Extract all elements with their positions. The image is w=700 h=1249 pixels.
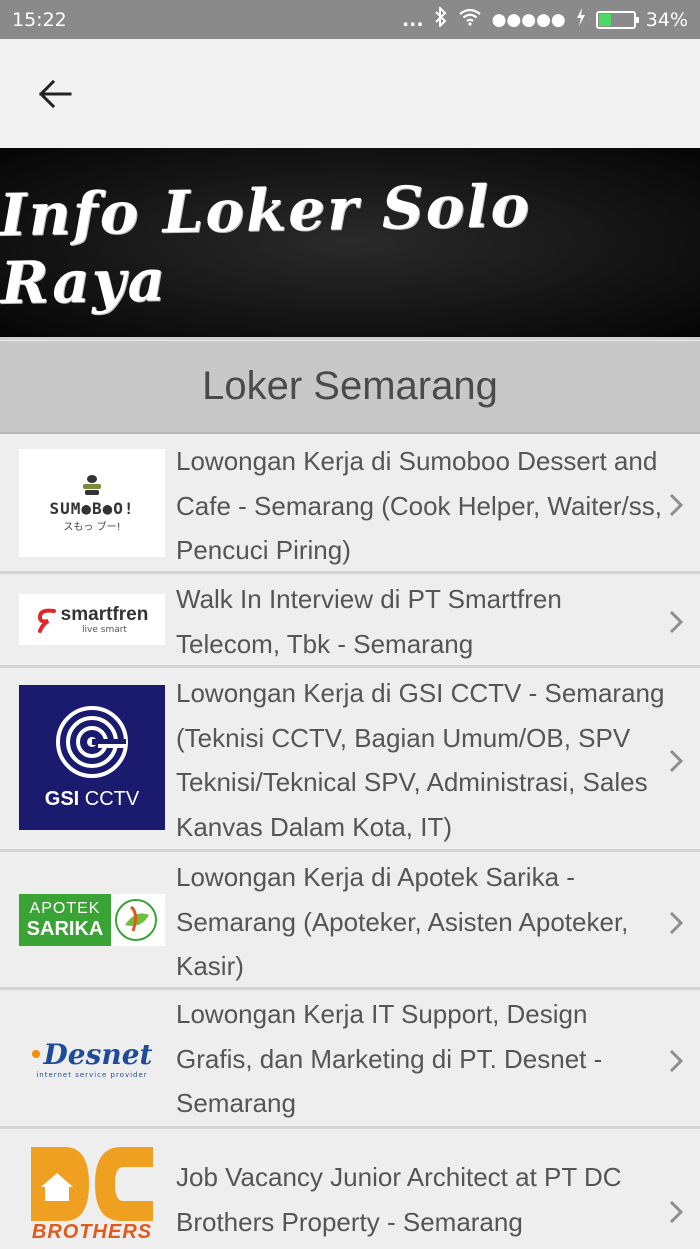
apotek-logo-line2: SARIKA bbox=[26, 918, 104, 940]
chevron-right-icon bbox=[666, 1046, 686, 1076]
chevron-right-icon bbox=[666, 1197, 686, 1227]
apotek-leaf-icon bbox=[115, 899, 157, 941]
banner-title: Info Loker Solo Raya bbox=[0, 171, 532, 317]
job-item[interactable]: APOTEK SARIKA Lowongan Kerja di Apotek S… bbox=[0, 852, 700, 990]
chevron-right-icon bbox=[666, 908, 686, 938]
job-title: Job Vacancy Junior Architect at PT DC Br… bbox=[176, 1162, 622, 1237]
chevron-right-icon bbox=[666, 746, 686, 776]
gsi-logo-bold: GSI bbox=[44, 788, 80, 810]
job-item[interactable]: BROTHERS Job Vacancy Junior Architect at… bbox=[0, 1129, 700, 1249]
battery-icon bbox=[595, 10, 639, 29]
banner: Info Loker Solo Raya bbox=[0, 148, 700, 340]
sumoboo-logo-text: SUM●B●O! bbox=[49, 499, 135, 518]
job-title: Lowongan Kerja di GSI CCTV - Semarang (T… bbox=[176, 678, 665, 842]
job-item[interactable]: SUM●B●O! スもっ ブー! Lowongan Kerja di Sumob… bbox=[0, 434, 700, 574]
chevron-right-icon bbox=[666, 490, 686, 520]
job-title: Lowongan Kerja di Apotek Sarika - Semara… bbox=[176, 862, 629, 981]
apotek-logo-line1: APOTEK bbox=[29, 900, 101, 917]
desnet-logo: Desnet internet service provider bbox=[19, 1032, 165, 1084]
gsi-logo-text: CCTV bbox=[84, 788, 140, 810]
job-title: Lowongan Kerja di Sumoboo Dessert and Ca… bbox=[176, 446, 662, 565]
status-time: 15:22 bbox=[12, 8, 67, 31]
sumoboo-logo-subtext: スもっ ブー! bbox=[63, 522, 121, 533]
chevron-right-icon bbox=[666, 607, 686, 637]
dc-letter-c-icon bbox=[95, 1147, 153, 1221]
dc-logo-subtext: BROTHERS bbox=[31, 1221, 153, 1243]
arrow-left-icon bbox=[38, 79, 72, 109]
sumoboo-logo: SUM●B●O! スもっ ブー! bbox=[19, 449, 165, 557]
job-item[interactable]: smartfren live smart Walk In Interview d… bbox=[0, 574, 700, 668]
dc-house-icon bbox=[31, 1147, 89, 1221]
desnet-logo-subtext: internet service provider bbox=[36, 1070, 148, 1079]
status-bar: 15:22 ... ●●●●● 34% bbox=[0, 0, 700, 39]
apotek-sarika-logo: APOTEK SARIKA bbox=[19, 894, 165, 946]
app-bar bbox=[0, 39, 700, 148]
job-item[interactable]: Desnet internet service provider Lowonga… bbox=[0, 990, 700, 1129]
desnet-logo-text: Desnet bbox=[43, 1037, 153, 1071]
section-header: Loker Semarang bbox=[0, 341, 700, 434]
more-indicator: ... bbox=[401, 8, 424, 31]
dc-brothers-logo: BROTHERS bbox=[19, 1147, 165, 1249]
signal-icon: ●●●●● bbox=[491, 9, 566, 30]
battery-percent: 34% bbox=[645, 8, 688, 31]
job-title: Walk In Interview di PT Smartfren Teleco… bbox=[176, 584, 562, 659]
status-icons: ... ●●●●● 34% bbox=[401, 5, 688, 32]
job-item[interactable]: GSI CCTV Lowongan Kerja di GSI CCTV - Se… bbox=[0, 668, 700, 852]
desnet-dot-icon bbox=[31, 1050, 40, 1058]
smartfren-logo: smartfren live smart bbox=[19, 594, 165, 645]
job-list: SUM●B●O! スもっ ブー! Lowongan Kerja di Sumob… bbox=[0, 434, 700, 1249]
bluetooth-icon bbox=[434, 5, 448, 32]
charging-icon bbox=[576, 8, 586, 31]
smartfren-logo-subtext: live smart bbox=[82, 624, 127, 635]
sumoboo-mascot-icon bbox=[83, 475, 101, 495]
smartfren-swirl-icon bbox=[37, 608, 56, 633]
back-button[interactable] bbox=[30, 69, 80, 119]
job-title: Lowongan Kerja IT Support, Design Grafis… bbox=[176, 999, 603, 1118]
wifi-icon bbox=[458, 8, 482, 31]
gsi-cctv-emblem-icon bbox=[56, 706, 128, 778]
gsi-cctv-logo: GSI CCTV bbox=[19, 685, 165, 830]
smartfren-logo-text: smartfren bbox=[60, 603, 149, 625]
